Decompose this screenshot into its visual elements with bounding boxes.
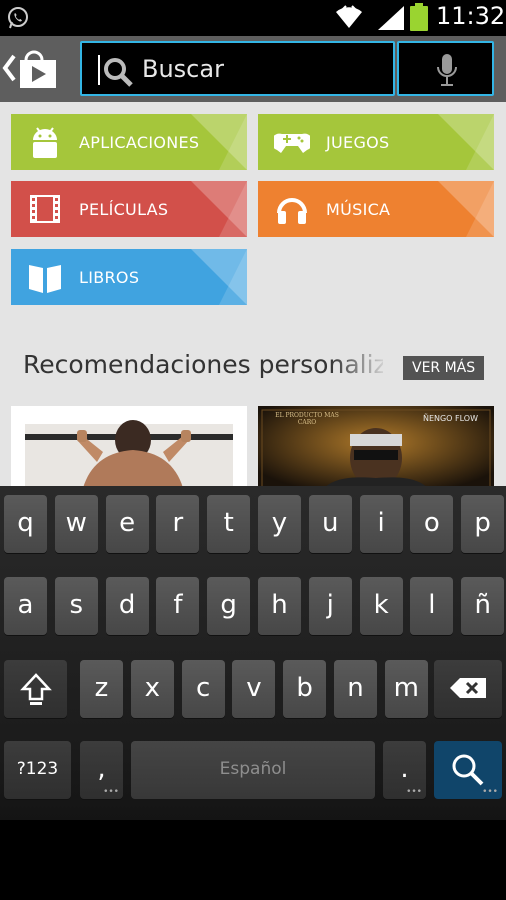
status-bar: 11:32	[0, 0, 506, 36]
signal-icon	[378, 6, 404, 30]
corner-fold	[191, 114, 247, 170]
period-key[interactable]: . •••	[383, 741, 426, 799]
comma-key[interactable]: , •••	[80, 741, 123, 799]
recommendation-card[interactable]	[11, 406, 247, 488]
long-press-dots: •••	[406, 787, 422, 797]
category-games[interactable]: JUEGOS	[258, 114, 494, 170]
search-input[interactable]: Buscar	[80, 41, 395, 96]
key-b[interactable]: b	[283, 660, 327, 718]
key-x[interactable]: x	[130, 660, 174, 718]
action-bar: Buscar	[0, 36, 506, 102]
key-n[interactable]: n	[334, 660, 377, 718]
shift-key[interactable]	[4, 660, 67, 718]
wifi-icon	[336, 5, 362, 29]
clock: 11:32	[436, 2, 506, 30]
key-l[interactable]: l	[410, 577, 454, 635]
comma-key-label: ,	[97, 754, 106, 784]
key-c[interactable]: c	[181, 660, 225, 718]
key-ñ[interactable]: ñ	[461, 577, 505, 635]
category-label: MÚSICA	[326, 200, 391, 219]
key-z[interactable]: z	[80, 660, 123, 718]
symbols-key[interactable]: ?123	[4, 741, 71, 799]
store-home: APLICACIONES JUEGOS PELÍCULAS MÚSICA LIB…	[0, 102, 506, 488]
corner-fold	[438, 181, 494, 237]
key-q[interactable]: q	[4, 495, 47, 553]
key-m[interactable]: m	[384, 660, 428, 718]
see-more-button[interactable]: VER MÁS	[403, 356, 485, 380]
key-t[interactable]: t	[207, 495, 251, 553]
category-label: APLICACIONES	[79, 133, 200, 152]
key-v[interactable]: v	[232, 660, 276, 718]
battery-icon	[410, 3, 428, 31]
android-icon	[33, 127, 57, 158]
film-icon	[30, 195, 60, 223]
search-placeholder: Buscar	[142, 55, 224, 83]
key-o[interactable]: o	[410, 495, 454, 553]
shift-icon	[19, 673, 52, 705]
play-store-back-icon[interactable]	[2, 50, 60, 90]
whatsapp-icon	[8, 7, 28, 29]
recommendation-card[interactable]: EL PRODUCTO MAS CARO ÑENGO FLOW	[258, 406, 494, 488]
space-key-label: Español	[219, 759, 287, 779]
headphones-icon	[277, 198, 307, 224]
category-label: JUEGOS	[326, 133, 390, 152]
key-f[interactable]: f	[156, 577, 200, 635]
category-label: PELÍCULAS	[79, 200, 169, 219]
key-y[interactable]: y	[258, 495, 301, 553]
recommendations-title: Recomendaciones personalizadas	[23, 350, 383, 379]
navigation-area	[0, 820, 506, 900]
microphone-icon	[437, 54, 457, 86]
key-s[interactable]: s	[54, 577, 98, 635]
key-p[interactable]: p	[461, 495, 505, 553]
search-icon	[104, 58, 133, 87]
category-music[interactable]: MÚSICA	[258, 181, 494, 237]
key-i[interactable]: i	[359, 495, 403, 553]
key-u[interactable]: u	[308, 495, 352, 553]
key-d[interactable]: d	[105, 577, 149, 635]
backspace-icon	[450, 678, 486, 698]
album-caption-right: ÑENGO FLOW	[422, 414, 478, 423]
voice-search-button[interactable]	[397, 41, 494, 96]
key-e[interactable]: e	[105, 495, 149, 553]
corner-fold	[191, 249, 247, 305]
category-apps[interactable]: APLICACIONES	[11, 114, 247, 170]
gamepad-icon	[274, 133, 310, 153]
key-j[interactable]: j	[308, 577, 352, 635]
title-fade	[330, 346, 390, 386]
key-k[interactable]: k	[359, 577, 403, 635]
long-press-dots: •••	[103, 787, 119, 797]
key-h[interactable]: h	[258, 577, 301, 635]
backspace-key[interactable]	[434, 660, 502, 718]
space-key[interactable]: Español	[131, 741, 375, 799]
album-caption-left: EL PRODUCTO MAS CARO	[275, 412, 339, 426]
symbols-key-label: ?123	[16, 759, 59, 779]
search-icon	[452, 754, 484, 786]
category-movies[interactable]: PELÍCULAS	[11, 181, 247, 237]
period-key-label: .	[400, 754, 409, 784]
long-press-dots: •••	[482, 787, 498, 797]
category-label: LIBROS	[79, 268, 140, 287]
category-books[interactable]: LIBROS	[11, 249, 247, 305]
key-w[interactable]: w	[54, 495, 98, 553]
text-cursor	[98, 55, 100, 85]
book-icon	[29, 265, 61, 293]
key-r[interactable]: r	[156, 495, 200, 553]
pullups-image	[25, 420, 233, 488]
key-g[interactable]: g	[207, 577, 251, 635]
key-a[interactable]: a	[4, 577, 47, 635]
corner-fold	[191, 181, 247, 237]
search-action-key[interactable]: •••	[434, 741, 502, 799]
corner-fold	[438, 114, 494, 170]
